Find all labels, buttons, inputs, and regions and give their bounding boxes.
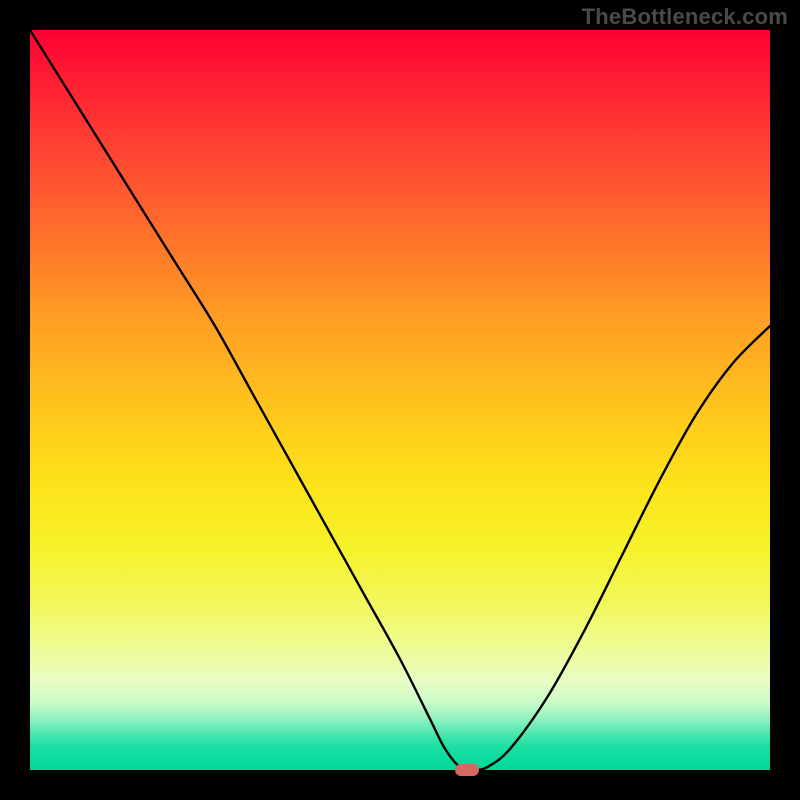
chart-frame: TheBottleneck.com [0,0,800,800]
bottleneck-curve [30,30,770,770]
watermark-text: TheBottleneck.com [582,4,788,30]
optimum-marker [455,764,479,776]
plot-area [30,30,770,770]
